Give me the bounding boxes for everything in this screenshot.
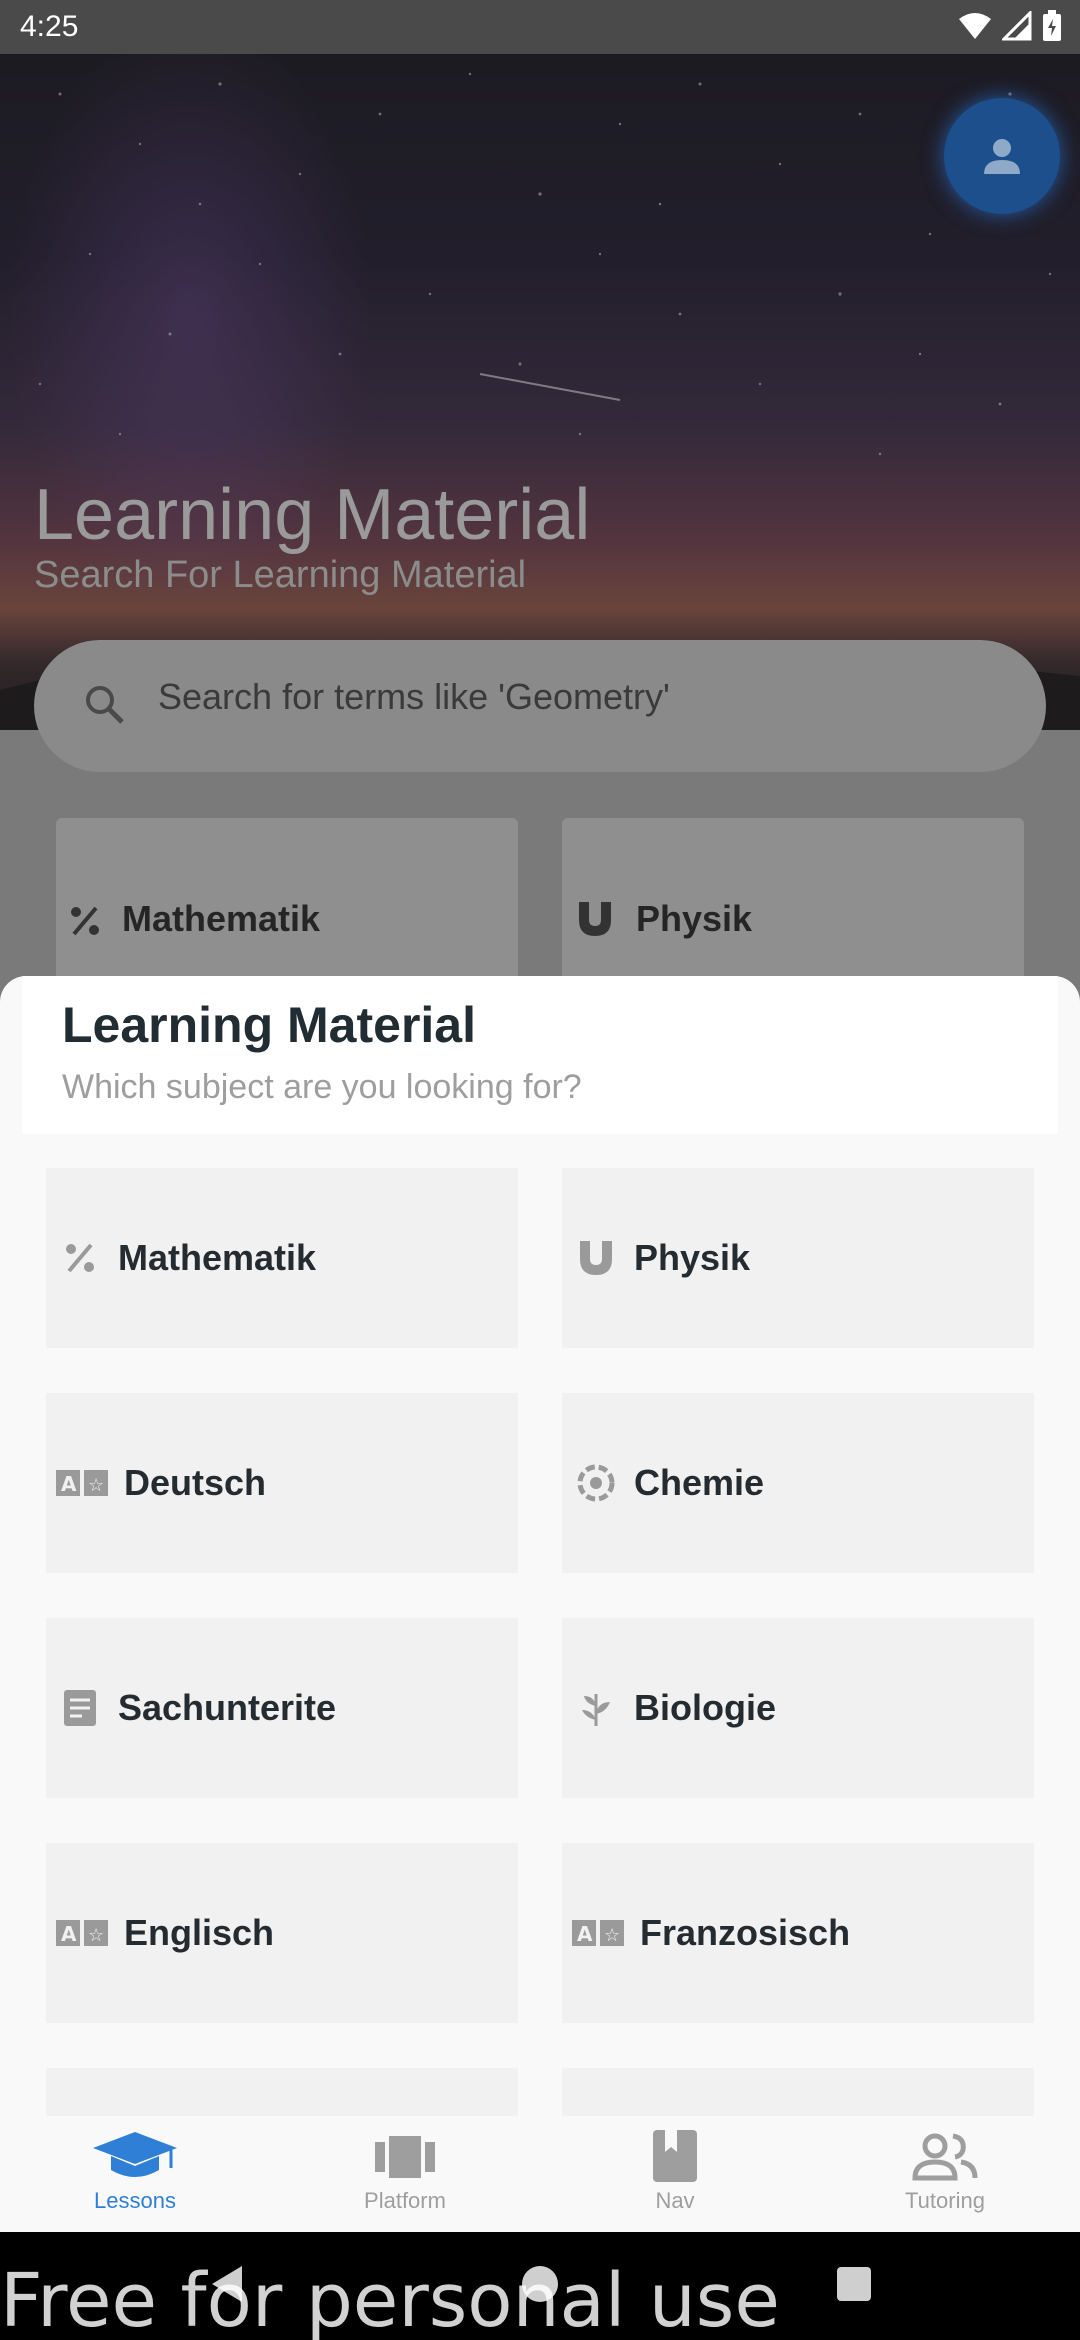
sheet-header: Learning Material Which subject are you … (22, 976, 1058, 1134)
hero-title: Learning Material (34, 475, 591, 555)
carousel-icon (375, 2136, 435, 2178)
magnet-icon (572, 1234, 620, 1282)
hero-dim-overlay (0, 54, 1080, 730)
subject-card-chemie[interactable]: Chemie (562, 1393, 1034, 1573)
magnet-icon (579, 902, 611, 936)
svg-text:☆: ☆ (604, 1925, 620, 1946)
translate-icon: A ☆ (56, 1909, 110, 1957)
subject-label: Franzosisch (640, 1912, 851, 1953)
nav-label: Nav (655, 2188, 695, 2213)
subject-card-sachunterite[interactable]: Sachunterite (46, 1618, 518, 1798)
bg-subject-label: Physik (636, 898, 753, 939)
percent-icon (71, 906, 99, 936)
graduation-cap-icon (93, 2132, 177, 2177)
nav-item-tutoring[interactable]: Tutoring (810, 2116, 1080, 2232)
book-icon (56, 1684, 104, 1732)
nav-label: Platform (364, 2188, 446, 2213)
subject-label: Chemie (634, 1462, 765, 1503)
svg-text:A: A (577, 1922, 593, 1946)
bg-subject-label: Mathematik (122, 898, 321, 939)
sheet-title: Learning Material (62, 997, 476, 1053)
wifi-icon (959, 13, 991, 39)
bookmark-book-icon (653, 2130, 697, 2182)
hero-subtitle: Search For Learning Material (34, 554, 527, 596)
bottom-navigation: Lessons Platform Nav Tutoring (0, 2116, 1080, 2232)
battery-icon (1043, 10, 1061, 41)
sheet-subtitle: Which subject are you looking for? (62, 1068, 582, 1106)
translate-icon: A ☆ (56, 1459, 110, 1507)
recents-icon[interactable] (834, 2264, 874, 2304)
subject-bottom-sheet: Learning Material Which subject are you … (0, 976, 1080, 2116)
leaf-icon (572, 1684, 620, 1732)
subject-card-deutsch[interactable]: A ☆ Deutsch (46, 1393, 518, 1573)
subject-label: Deutsch (124, 1462, 267, 1503)
signal-icon (1002, 11, 1032, 41)
search-placeholder: Search for terms like 'Geometry' (158, 676, 670, 717)
bg-subject-card-physik: Physik (562, 818, 1024, 998)
nav-item-lessons[interactable]: Lessons (0, 2116, 270, 2232)
status-bar: 4:25 (0, 0, 1080, 54)
screen: 4:25 Learning Material Search For Learni… (0, 0, 1080, 2340)
watermark-text: Free for personal use (0, 2258, 780, 2340)
status-time: 4:25 (20, 10, 79, 43)
subject-label: Sachunterite (118, 1687, 337, 1728)
subject-card-mathematik[interactable]: Mathematik (46, 1168, 518, 1348)
profile-button[interactable] (944, 98, 1060, 214)
nav-label: Lessons (94, 2188, 176, 2213)
translate-icon: A ☆ (572, 1909, 626, 1957)
svg-text:A: A (61, 1922, 77, 1946)
subject-card-englisch[interactable]: A ☆ Englisch (46, 1843, 518, 2023)
svg-text:A: A (61, 1472, 77, 1496)
percent-icon (56, 1234, 104, 1282)
subject-card-franzosisch[interactable]: A ☆ Franzosisch (562, 1843, 1034, 2023)
svg-text:☆: ☆ (88, 1475, 104, 1496)
subject-label: Physik (634, 1237, 751, 1278)
nav-label: Tutoring (905, 2188, 985, 2213)
search-icon (86, 686, 124, 724)
atom-icon (572, 1459, 620, 1507)
subject-label: Englisch (124, 1912, 275, 1953)
nav-item-platform[interactable]: Platform (270, 2116, 540, 2232)
person-icon (984, 139, 1020, 174)
search-input[interactable]: Search for terms like 'Geometry' (34, 640, 1046, 772)
nav-item-nav[interactable]: Nav (540, 2116, 810, 2232)
subject-label: Biologie (634, 1687, 776, 1728)
subject-card-biologie[interactable]: Biologie (562, 1618, 1034, 1798)
subject-label: Mathematik (118, 1237, 317, 1278)
bg-subject-card-mathematik: Mathematik (56, 818, 518, 998)
subject-card-physik[interactable]: Physik (562, 1168, 1034, 1348)
svg-text:☆: ☆ (88, 1925, 104, 1946)
people-icon (912, 2133, 978, 2181)
subject-card-partial[interactable] (562, 2068, 1034, 2116)
subject-card-partial[interactable] (46, 2068, 518, 2116)
hero-image: Learning Material Search For Learning Ma… (0, 54, 1080, 730)
status-icons (958, 10, 1062, 42)
